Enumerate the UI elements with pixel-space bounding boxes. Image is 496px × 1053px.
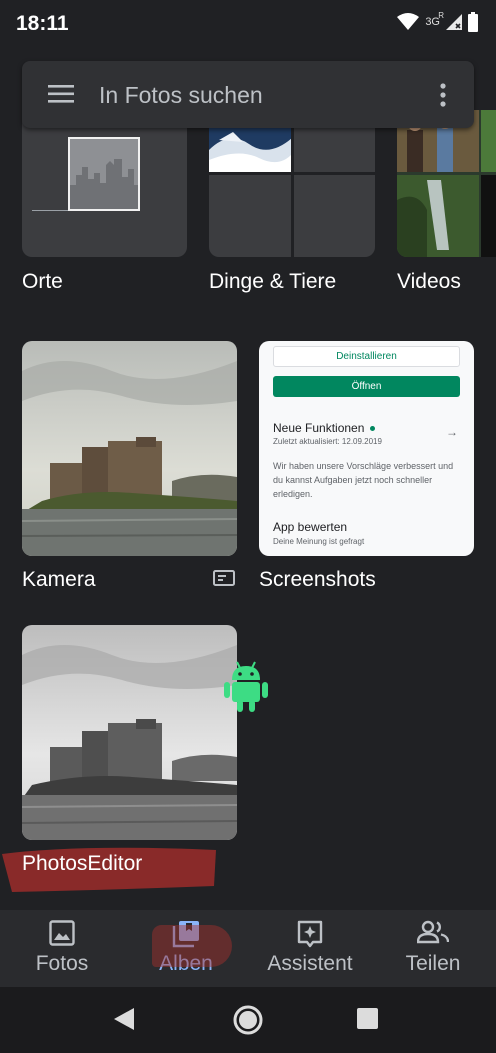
castle-photo-grayscale <box>22 625 237 840</box>
whats-new-heading: Neue Funktionen <box>273 421 365 435</box>
album-tile-photoseditor[interactable] <box>22 625 237 840</box>
rate-app-sub: Deine Meinung ist gefragt <box>273 537 365 546</box>
recents-icon[interactable] <box>357 1008 378 1029</box>
roaming-flag: R <box>438 10 444 20</box>
menu-icon[interactable] <box>48 85 74 108</box>
search-input[interactable]: In Fotos suchen <box>99 82 263 109</box>
album-tile-videos[interactable] <box>397 110 496 257</box>
assistant-icon <box>297 920 323 953</box>
signal-icon <box>446 14 462 35</box>
home-icon[interactable] <box>232 1004 264 1041</box>
status-icons: 3G R <box>397 11 478 37</box>
back-icon[interactable] <box>114 1008 134 1035</box>
nav-label-sharing: Teilen <box>405 952 461 975</box>
grid-divider-vertical <box>291 110 294 257</box>
album-tile-things[interactable] <box>209 110 375 257</box>
castle-photo <box>22 341 237 556</box>
album-label-photoseditor: PhotosEditor <box>22 852 143 875</box>
grid-divider-horizontal <box>209 172 375 175</box>
city-placeholder-icon <box>68 137 140 211</box>
album-label-screenshots: Screenshots <box>259 568 376 591</box>
network-type: 3G R <box>425 11 444 28</box>
red-annotation-highlight <box>152 925 232 967</box>
album-label-camera: Kamera <box>22 568 96 591</box>
updated-date: Zuletzt aktualisiert: 12.09.2019 <box>273 437 382 446</box>
status-bar: 18:11 3G R <box>0 0 496 50</box>
system-navigation-bar <box>0 987 496 1053</box>
status-time: 18:11 <box>16 12 69 35</box>
nav-label-assistant: Assistent <box>267 952 353 975</box>
search-bar[interactable]: In Fotos suchen <box>22 61 474 128</box>
green-dot-icon <box>370 426 376 432</box>
nav-tab-assistant[interactable]: Assistent <box>252 910 368 987</box>
more-vert-icon[interactable] <box>440 83 446 112</box>
whats-new-body: Wir haben unsere Vorschläge verbessert u… <box>273 461 454 499</box>
places-divider <box>32 210 68 211</box>
wifi-icon <box>397 13 420 36</box>
nav-label-photos: Fotos <box>35 952 89 975</box>
album-label-videos: Videos <box>397 270 461 293</box>
album-tile-places[interactable] <box>22 110 187 257</box>
nav-tab-sharing[interactable]: Teilen <box>388 910 478 987</box>
open-button-preview: Öffnen <box>273 376 460 397</box>
bottom-navigation: Fotos Alben Assistent Teilen <box>0 910 496 987</box>
people-icon <box>416 920 450 949</box>
whats-new-heading-wrap: Neue Funktionen <box>273 421 376 435</box>
album-label-things: Dinge & Tiere <box>209 270 337 293</box>
album-tile-camera[interactable] <box>22 341 237 556</box>
android-robot-icon <box>224 660 268 717</box>
photo-icon <box>49 920 75 951</box>
uninstall-button-preview: Deinstallieren <box>273 346 460 367</box>
album-label-places: Orte <box>22 270 63 293</box>
rate-app-heading: App bewerten <box>273 520 348 534</box>
device-folder-icon <box>213 570 235 593</box>
nav-tab-photos[interactable]: Fotos <box>12 910 112 987</box>
videos-thumbnail-collage <box>397 110 496 257</box>
battery-icon <box>468 12 478 37</box>
arrow-right-icon: → <box>446 425 458 439</box>
album-tile-screenshots[interactable]: Deinstallieren Öffnen Neue Funktionen Zu… <box>259 341 474 556</box>
